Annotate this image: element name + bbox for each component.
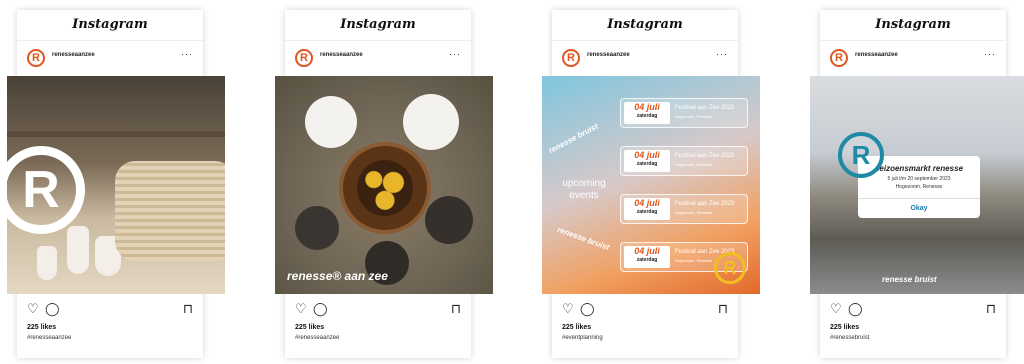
shop-interior-photo: R: [7, 76, 225, 294]
username[interactable]: renesseaanzee: [855, 52, 898, 58]
event-date-label: 04 juli: [634, 102, 660, 112]
instagram-post-4: Instagram R renesseaanzee ··· seizoensma…: [810, 10, 1024, 358]
person: [425, 196, 473, 244]
round-table: [339, 142, 431, 234]
event-day-label: zaterdag: [636, 257, 658, 263]
world-map: [357, 160, 413, 216]
username[interactable]: renesseaanzee: [587, 52, 630, 58]
action-bar: ♡ ◯ ⊓: [295, 302, 461, 316]
bookmark-icon[interactable]: ⊓: [718, 302, 728, 316]
instagram-post-3: Instagram R renesseaanzee ··· renesse br…: [542, 10, 760, 358]
event-location: Hogezoom, Renesse: [675, 162, 713, 167]
more-options-icon[interactable]: ···: [449, 49, 461, 59]
heart-icon[interactable]: ♡: [295, 302, 307, 316]
hashtag[interactable]: #renesseaanzee: [295, 335, 339, 341]
avatar[interactable]: R: [562, 49, 580, 67]
likes-count[interactable]: 225 likes: [27, 324, 56, 331]
heart-icon[interactable]: ♡: [562, 302, 574, 316]
hashtag[interactable]: #renessebruist: [830, 335, 869, 341]
post-image[interactable]: seizoensmarkt renesse 5 juli t/m 20 sept…: [810, 76, 1024, 294]
post-header: R renesseaanzee ···: [285, 41, 471, 79]
image-watermark: renesse bruist: [882, 275, 937, 284]
hashtag[interactable]: #renesseaanzee: [27, 335, 71, 341]
upcoming-events-label: upcoming events: [562, 178, 606, 201]
card-location: Hogezoom, Renesse: [895, 184, 943, 190]
image-watermark: renesse® aan zee: [287, 269, 388, 283]
event-date: 04 juli zaterdag: [624, 198, 670, 220]
avatar[interactable]: R: [27, 49, 45, 67]
more-options-icon[interactable]: ···: [716, 49, 728, 59]
table-photo: renesse® aan zee: [275, 76, 493, 294]
event-item[interactable]: 04 juli zaterdag Festival aan Zee 2023 H…: [620, 194, 748, 224]
vase: [37, 246, 57, 280]
app-title: Instagram: [820, 10, 1006, 41]
fountain-square-photo: seizoensmarkt renesse 5 juli t/m 20 sept…: [810, 76, 1024, 294]
action-bar: ♡ ◯ ⊓: [27, 302, 193, 316]
heart-icon[interactable]: ♡: [830, 302, 842, 316]
app-title: Instagram: [17, 10, 203, 41]
instagram-post-1: Instagram R renesseaanzee ··· R ♡ ◯ ⊓ 22…: [7, 10, 225, 358]
instagram-post-2: Instagram R renesseaanzee ··· renesse® a…: [275, 10, 493, 358]
event-title: Festival aan Zee 2023: [675, 201, 735, 207]
event-title: Festival aan Zee 2023: [675, 105, 735, 111]
logo-icon: R: [838, 132, 884, 178]
event-title: Festival aan Zee 2023: [675, 153, 735, 159]
username[interactable]: renesseaanzee: [320, 52, 363, 58]
post-image[interactable]: renesse bruist upcoming events renesse b…: [542, 76, 760, 294]
vase: [67, 226, 89, 274]
arc-text-bottom: renesse bruist: [556, 224, 611, 253]
likes-count[interactable]: 225 likes: [562, 324, 591, 331]
event-date: 04 juli zaterdag: [624, 102, 670, 124]
more-options-icon[interactable]: ···: [181, 49, 193, 59]
post-header: R renesseaanzee ···: [552, 41, 738, 79]
person: [305, 96, 357, 148]
more-options-icon[interactable]: ···: [984, 49, 996, 59]
card-dates: 5 juli t/m 20 september 2023: [887, 176, 951, 182]
post-image[interactable]: R: [7, 76, 225, 294]
event-date: 04 juli zaterdag: [624, 246, 670, 268]
avatar[interactable]: R: [830, 49, 848, 67]
bookmark-icon[interactable]: ⊓: [451, 302, 461, 316]
person: [403, 94, 459, 150]
event-day-label: zaterdag: [636, 113, 658, 119]
bookmark-icon[interactable]: ⊓: [183, 302, 193, 316]
logo-icon: R: [7, 146, 85, 234]
app-title: Instagram: [285, 10, 471, 41]
event-location: Hogezoom, Renesse: [675, 210, 713, 215]
post-header: R renesseaanzee ···: [820, 41, 1006, 79]
post-image[interactable]: renesse® aan zee: [275, 76, 493, 294]
comment-icon[interactable]: ◯: [313, 302, 328, 316]
post-header: R renesseaanzee ···: [17, 41, 203, 79]
events-graphic: renesse bruist upcoming events renesse b…: [542, 76, 760, 294]
hashtag[interactable]: #eventplanning: [562, 335, 603, 341]
heart-icon[interactable]: ♡: [27, 302, 39, 316]
arc-text-top: renesse bruist: [547, 121, 600, 156]
event-day-label: zaterdag: [636, 161, 658, 167]
event-day-label: zaterdag: [636, 209, 658, 215]
username[interactable]: renesseaanzee: [52, 52, 95, 58]
person: [295, 206, 339, 250]
pillow: [115, 161, 225, 261]
logo-icon: R: [714, 252, 746, 284]
event-item[interactable]: 04 juli zaterdag Festival aan Zee 2023 H…: [620, 98, 748, 128]
event-date: 04 juli zaterdag: [624, 150, 670, 172]
event-location: Hogezoom, Renesse: [675, 258, 713, 263]
comment-icon[interactable]: ◯: [45, 302, 60, 316]
likes-count[interactable]: 225 likes: [830, 324, 859, 331]
event-date-label: 04 juli: [634, 150, 660, 160]
event-location: Hogezoom, Renesse: [675, 114, 713, 119]
action-bar: ♡ ◯ ⊓: [830, 302, 996, 316]
comment-icon[interactable]: ◯: [848, 302, 863, 316]
avatar[interactable]: R: [295, 49, 313, 67]
bookmark-icon[interactable]: ⊓: [986, 302, 996, 316]
event-date-label: 04 juli: [634, 198, 660, 208]
event-date-label: 04 juli: [634, 246, 660, 256]
action-bar: ♡ ◯ ⊓: [562, 302, 728, 316]
shelf: [7, 131, 225, 137]
comment-icon[interactable]: ◯: [580, 302, 595, 316]
okay-button[interactable]: Okay: [858, 198, 980, 219]
likes-count[interactable]: 225 likes: [295, 324, 324, 331]
event-item[interactable]: 04 juli zaterdag Festival aan Zee 2023 H…: [620, 146, 748, 176]
app-title: Instagram: [552, 10, 738, 41]
